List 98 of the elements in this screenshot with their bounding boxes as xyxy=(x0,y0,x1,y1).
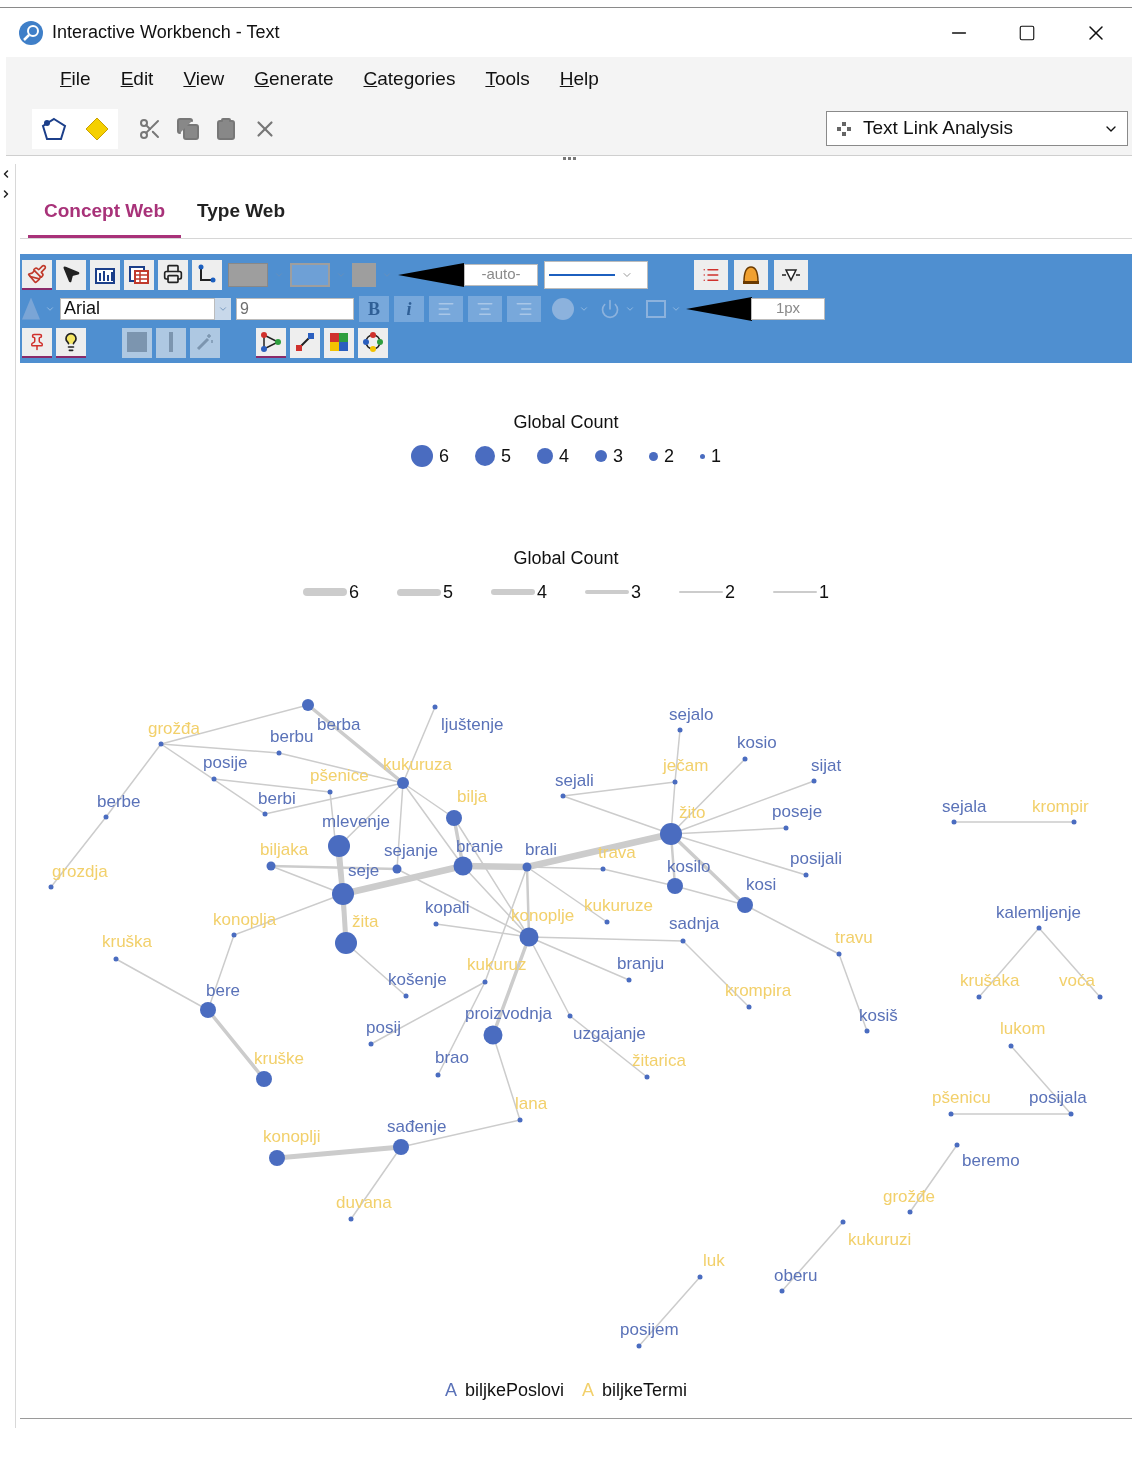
legend-value: 4 xyxy=(559,444,569,468)
node-label: mlevenje xyxy=(322,812,391,832)
menu-item[interactable]: Edit xyxy=(119,65,155,94)
font-field[interactable]: Arial xyxy=(60,297,215,320)
node-label: pšenice xyxy=(310,766,369,786)
legend-value: 2 xyxy=(725,580,736,604)
node-label: kosio xyxy=(737,733,777,753)
node-label: posij xyxy=(366,1018,401,1038)
tab[interactable]: Concept Web xyxy=(28,188,182,238)
node-label: lana xyxy=(515,1094,548,1114)
line-width-field[interactable]: 1px xyxy=(751,297,825,320)
node-label: oberu xyxy=(774,1266,818,1286)
node-label: brao xyxy=(435,1048,470,1068)
node-label: poseje xyxy=(772,802,823,822)
node-label: bere xyxy=(206,981,241,1001)
legend-value: 1 xyxy=(711,444,722,468)
node-label: konoplji xyxy=(263,1127,321,1147)
node-label: posijem xyxy=(620,1320,679,1340)
menu-item[interactable]: Categories xyxy=(362,65,457,94)
node-label: voća xyxy=(1059,971,1095,991)
node-label: bilja xyxy=(457,787,488,807)
category-marker: A xyxy=(582,1378,594,1402)
menu-item[interactable]: File xyxy=(59,65,92,94)
legend-value: 5 xyxy=(442,580,453,604)
node-label: seje xyxy=(348,861,380,881)
legend-title: Global Count xyxy=(513,411,619,433)
legend-value: 3 xyxy=(613,444,623,468)
legend-value: 4 xyxy=(537,580,547,604)
window-title: Interactive Workbench - Text xyxy=(52,21,280,44)
node-label: berba xyxy=(317,715,361,735)
node-label: žita xyxy=(352,912,379,932)
node-label: branje xyxy=(456,837,504,857)
node-label: beremo xyxy=(962,1151,1020,1171)
node-label: posijali xyxy=(790,849,842,869)
node-label: sadnja xyxy=(669,914,720,934)
legend-value: 6 xyxy=(348,580,359,604)
node-label: biljaka xyxy=(260,840,309,860)
node-label: travu xyxy=(835,928,873,948)
node-label: kosi xyxy=(746,875,777,895)
node-label: berbi xyxy=(258,789,296,809)
node-label: kukuruzi xyxy=(848,1230,912,1250)
legend-title: Global Count xyxy=(513,547,619,569)
category-label: biljkePoslovi xyxy=(464,1378,564,1402)
menu-item[interactable]: View xyxy=(182,65,226,94)
node-label: žito xyxy=(679,803,706,823)
node-label: luk xyxy=(703,1251,725,1271)
menu-item[interactable]: Generate xyxy=(253,65,335,94)
node-label: branju xyxy=(617,954,665,974)
node-label: brali xyxy=(525,840,558,860)
node-label: sijat xyxy=(811,756,842,776)
node-label: krompir xyxy=(1032,797,1089,817)
node-label: kalemljenje xyxy=(996,903,1082,923)
view-dropdown[interactable]: Text Link Analysis xyxy=(826,111,1128,146)
node-label: trava xyxy=(598,843,636,863)
tab[interactable]: Type Web xyxy=(181,188,302,238)
node-label: pšenicu xyxy=(932,1088,991,1108)
node-label: krompira xyxy=(725,981,792,1001)
node-label: proizvodnja xyxy=(465,1004,552,1024)
node-label: kukuruz xyxy=(467,955,527,975)
node-label: kukuruze xyxy=(584,896,653,916)
node-label: kruška xyxy=(102,932,153,952)
category-label: biljkeTermi xyxy=(602,1378,688,1402)
node-label: sejala xyxy=(942,797,987,817)
node-label: lukom xyxy=(1000,1019,1046,1039)
node-label: kopali xyxy=(425,898,470,918)
node-label: kruške xyxy=(254,1049,305,1069)
legend-value: 3 xyxy=(631,580,641,604)
legend-value: 6 xyxy=(438,444,449,468)
node-label: sađenje xyxy=(387,1117,447,1137)
node-label: ljuštenje xyxy=(441,715,504,735)
node-label: krušaka xyxy=(960,971,1020,991)
legend-value: 5 xyxy=(500,444,511,468)
node-label: sejanje xyxy=(384,841,438,861)
menu-item[interactable]: Help xyxy=(558,65,600,94)
node-label: ječam xyxy=(663,756,709,776)
node-label: grožđe xyxy=(883,1187,935,1207)
node-label: kosilo xyxy=(667,857,711,877)
node-label: konoplje xyxy=(511,906,575,926)
node-label: kosiš xyxy=(859,1006,898,1026)
node-label: sejali xyxy=(555,771,594,791)
node-label: berbu xyxy=(270,727,314,747)
node-label: košenje xyxy=(388,970,447,990)
node-label: uzgajanje xyxy=(573,1024,646,1044)
node-label: konoplja xyxy=(213,910,277,930)
spacing-field[interactable]: -auto- xyxy=(464,263,538,286)
node-label: berbe xyxy=(97,792,141,812)
node-label: sejalo xyxy=(669,705,714,725)
legend-value: 2 xyxy=(664,444,675,468)
node-label: duvana xyxy=(336,1193,392,1213)
node-label: grozdja xyxy=(52,862,108,882)
category-marker: A xyxy=(444,1378,457,1402)
legend-value: 1 xyxy=(819,580,830,604)
node-label: žitarica xyxy=(632,1051,686,1071)
node-label: grožđa xyxy=(148,719,200,739)
node-label: kukuruza xyxy=(383,755,452,775)
menu-item[interactable]: Tools xyxy=(484,65,531,94)
node-label: posije xyxy=(203,753,248,773)
node-label: posijala xyxy=(1029,1088,1087,1108)
